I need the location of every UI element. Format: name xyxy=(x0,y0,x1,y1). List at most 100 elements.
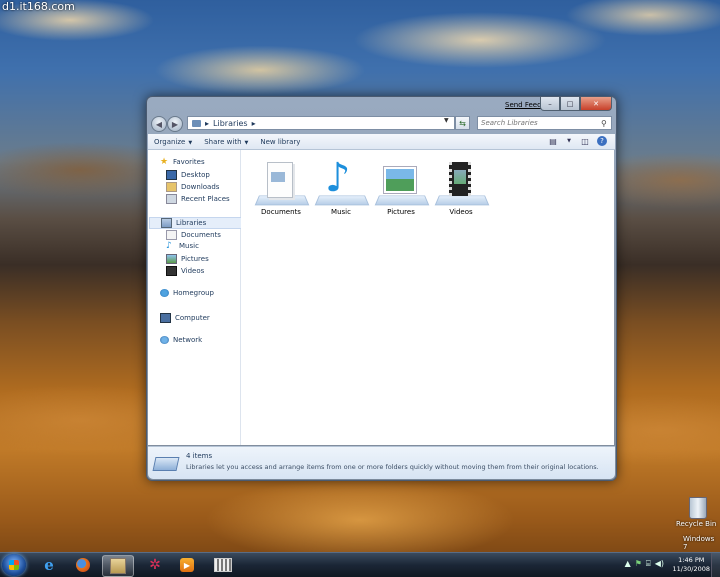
clock-time: 1:46 PM xyxy=(678,556,705,564)
nav-homegroup[interactable]: Homegroup xyxy=(160,289,214,297)
recent-places-icon xyxy=(166,194,177,204)
nav-item-documents[interactable]: Documents xyxy=(166,230,221,240)
refresh-button[interactable]: ⇆ xyxy=(455,116,470,130)
library-pictures[interactable]: Pictures xyxy=(373,158,430,216)
nav-item-desktop[interactable]: Desktop xyxy=(166,170,210,180)
nav-item-label: Documents xyxy=(181,231,221,239)
volume-icon[interactable]: ◀) xyxy=(655,559,664,569)
downloads-icon xyxy=(166,182,177,192)
caption-buttons: – □ ✕ xyxy=(540,97,612,111)
maximize-button[interactable]: □ xyxy=(560,97,580,111)
recycle-bin[interactable]: Recycle Bin xyxy=(676,497,716,528)
recycle-bin-icon xyxy=(689,497,707,519)
start-button[interactable] xyxy=(2,554,26,576)
libraries-taskbar-icon xyxy=(110,558,126,574)
navigation-pane: ★ Favorites Desktop Downloads Recent Pla… xyxy=(148,150,246,445)
breadcrumb-chevron-icon[interactable]: ▸ xyxy=(252,119,256,128)
library-music[interactable]: ♪ Music xyxy=(313,156,370,216)
explorer-window[interactable]: Send Feedback – □ ✕ ◀ ▶ ▸ Libraries ▸ ▼ … xyxy=(146,96,617,481)
libraries-description: Libraries let you access and arrange ite… xyxy=(186,463,599,471)
preview-pane-icon[interactable]: ◫ xyxy=(577,135,593,147)
explorer-taskbar-button[interactable] xyxy=(102,555,134,577)
desktop-icon xyxy=(166,170,177,180)
taskbar: e ✲ ▶ ▲ ⚑ ⌸ ◀) 1:46 PM 11/30/2008 xyxy=(0,552,720,577)
file-list: Documents ♪ Music Pictures Videos xyxy=(241,150,614,445)
library-label: Pictures xyxy=(387,208,415,216)
share-with-button[interactable]: Share with ▼ xyxy=(198,138,254,146)
nav-favorites-label: Favorites xyxy=(173,158,205,166)
nav-item-pictures[interactable]: Pictures xyxy=(166,254,209,264)
nav-libraries[interactable]: Libraries xyxy=(149,217,246,229)
search-icon[interactable]: ⚲ xyxy=(601,119,607,128)
documents-library-icon xyxy=(253,158,310,206)
star-icon: ★ xyxy=(160,157,169,167)
nav-item-downloads[interactable]: Downloads xyxy=(166,182,219,192)
navigation-bar: ◀ ▶ ▸ Libraries ▸ ▼ ⇆ ⚲ xyxy=(151,116,612,132)
clock-date: 11/30/2008 xyxy=(672,565,710,573)
back-button[interactable]: ◀ xyxy=(151,116,167,132)
nav-item-music[interactable]: ♪ Music xyxy=(166,241,199,251)
nav-item-recent-places[interactable]: Recent Places xyxy=(166,194,230,204)
nav-network[interactable]: Network xyxy=(160,336,202,344)
videos-icon xyxy=(166,266,177,276)
chevron-down-icon: ▼ xyxy=(244,139,249,146)
music-icon: ♪ xyxy=(166,241,172,251)
search-input[interactable] xyxy=(478,117,601,129)
command-bar: Organize ▼ Share with ▼ New library ▤ ▼ ◫ … xyxy=(148,134,615,150)
nav-item-label: Desktop xyxy=(181,171,210,179)
chevron-down-icon: ▼ xyxy=(188,139,193,146)
change-view-icon[interactable]: ▤ xyxy=(545,135,561,147)
nav-libraries-label: Libraries xyxy=(176,219,207,227)
media-player-icon: ▶ xyxy=(180,558,194,572)
view-options-dropdown-icon[interactable]: ▼ xyxy=(565,135,573,147)
app-taskbar-button[interactable]: ✲ xyxy=(140,555,170,575)
nav-item-label: Downloads xyxy=(181,183,220,191)
breadcrumb-libraries[interactable]: Libraries xyxy=(213,119,248,128)
libraries-icon xyxy=(152,453,180,471)
address-separator-icon: ▸ xyxy=(205,118,210,128)
firefox-icon xyxy=(76,558,90,572)
network-icon xyxy=(160,336,169,344)
network-icon[interactable]: ⌸ xyxy=(646,559,651,569)
homegroup-icon xyxy=(160,289,169,297)
show-hidden-icons[interactable]: ▲ xyxy=(625,559,631,569)
internet-explorer-taskbar-button[interactable]: e xyxy=(34,555,64,575)
nav-item-videos[interactable]: Videos xyxy=(166,266,204,276)
nav-item-label: Pictures xyxy=(181,255,209,263)
organize-button[interactable]: Organize ▼ xyxy=(148,138,198,146)
library-videos[interactable]: Videos xyxy=(433,158,490,216)
forward-button[interactable]: ▶ xyxy=(167,116,183,132)
action-center-icon[interactable]: ⚑ xyxy=(635,559,642,569)
close-button[interactable]: ✕ xyxy=(580,97,612,111)
item-count: 4 items xyxy=(186,452,213,460)
new-library-button[interactable]: New library xyxy=(254,138,306,146)
music-library-icon: ♪ xyxy=(313,156,370,206)
nav-favorites[interactable]: ★ Favorites xyxy=(160,157,205,167)
show-desktop-button[interactable] xyxy=(711,553,720,577)
pictures-icon xyxy=(166,254,177,264)
app-icon: ✲ xyxy=(149,557,161,573)
watermark: d1.it168.com xyxy=(2,0,75,13)
internet-explorer-icon: e xyxy=(44,556,54,574)
library-documents[interactable]: Documents xyxy=(253,158,310,216)
address-bar[interactable]: ▸ Libraries ▸ xyxy=(187,116,455,130)
minimize-button[interactable]: – xyxy=(540,97,560,111)
library-label: Music xyxy=(331,208,351,216)
nav-item-label: Music xyxy=(179,242,199,250)
media-center-icon xyxy=(214,558,232,572)
media-center-taskbar-button[interactable] xyxy=(208,555,238,575)
address-history-dropdown-icon[interactable]: ▼ xyxy=(444,117,449,124)
search-box[interactable]: ⚲ xyxy=(477,116,612,130)
recycle-bin-label: Recycle Bin xyxy=(676,520,717,528)
documents-icon xyxy=(166,230,177,240)
firefox-taskbar-button[interactable] xyxy=(68,555,98,575)
nav-item-label: Recent Places xyxy=(181,195,230,203)
clock[interactable]: 1:46 PM 11/30/2008 xyxy=(673,556,710,574)
nav-homegroup-label: Homegroup xyxy=(173,289,215,297)
media-player-taskbar-button[interactable]: ▶ xyxy=(172,555,202,575)
help-icon[interactable]: ? xyxy=(597,136,607,146)
computer-icon xyxy=(160,313,171,323)
view-controls: ▤ ▼ ◫ ? xyxy=(545,135,607,147)
nav-computer[interactable]: Computer xyxy=(160,313,210,323)
libraries-folder-icon xyxy=(192,119,201,127)
